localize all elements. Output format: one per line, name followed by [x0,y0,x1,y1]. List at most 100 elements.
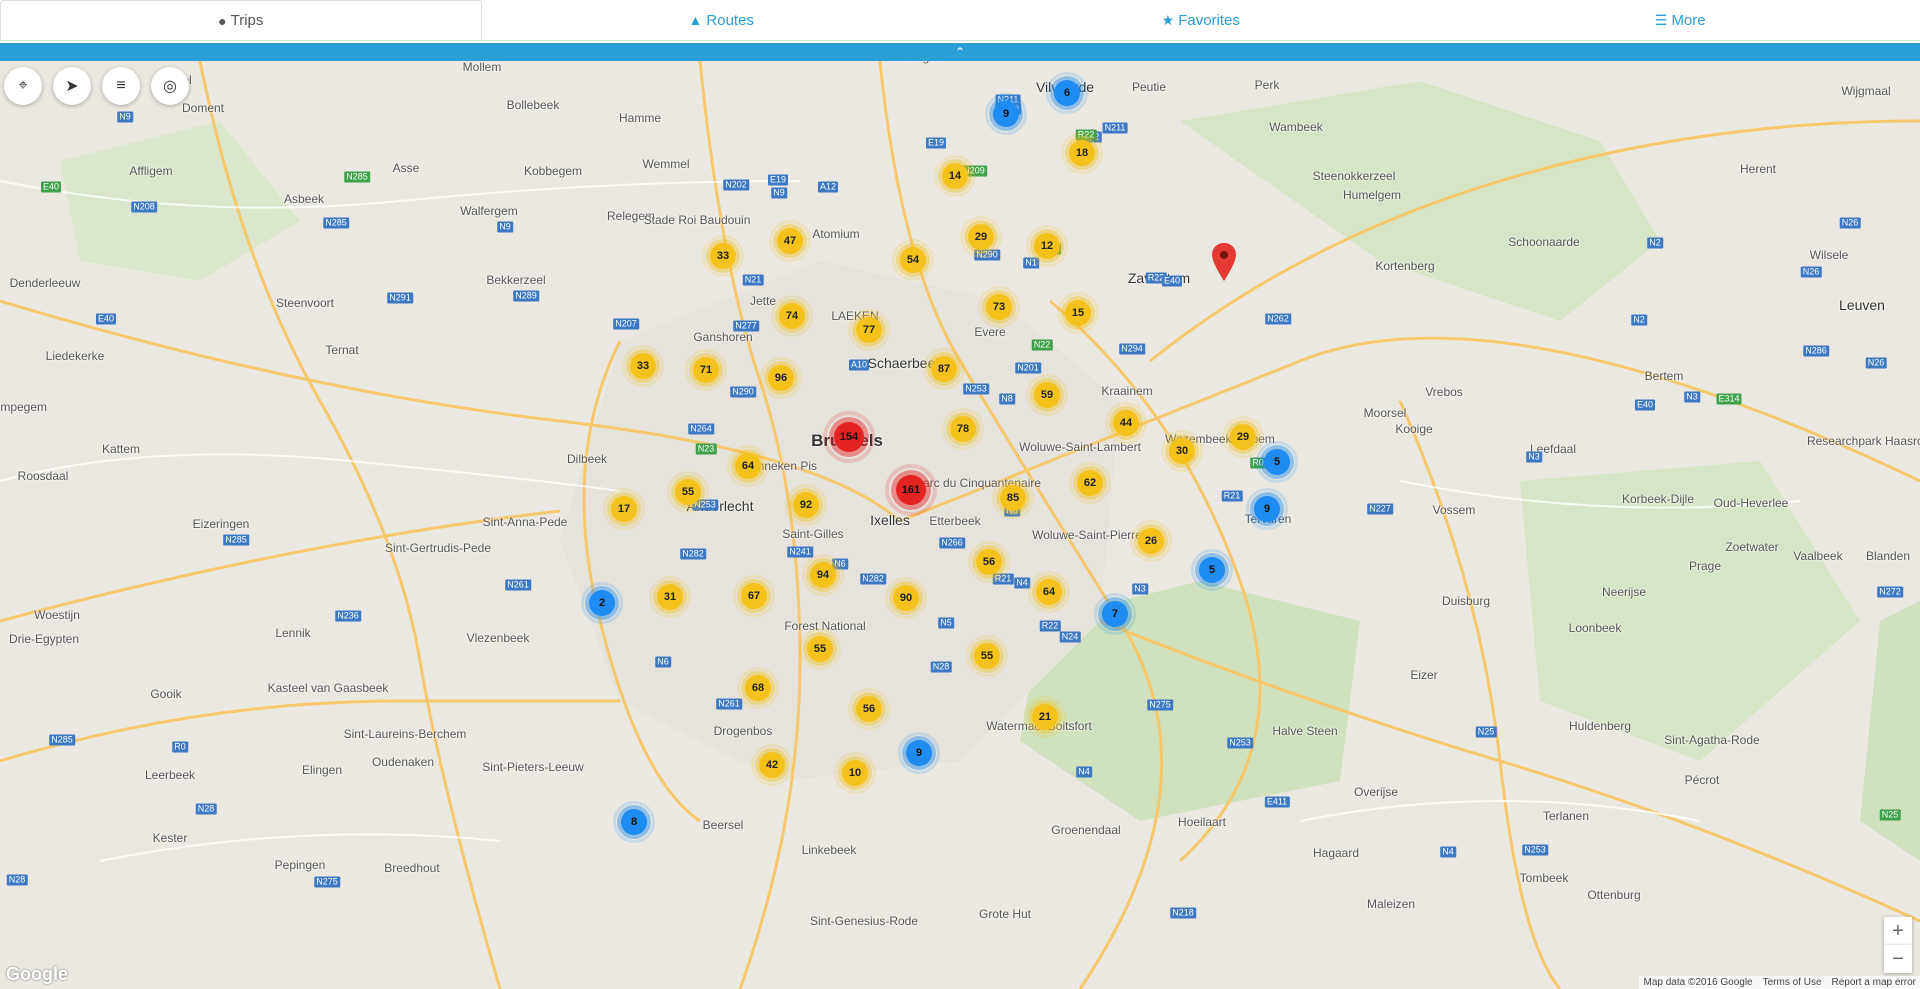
cluster-marker[interactable]: 7 [1094,593,1136,635]
cluster-marker[interactable]: 54 [892,239,934,281]
map-view[interactable]: BrusselsAnderlechtIxellesSchaerbeekLeuve… [0,61,1920,989]
road-shield: E314 [1716,393,1742,405]
cluster-marker[interactable]: 14 [934,155,976,197]
cluster-marker[interactable]: 92 [785,484,827,526]
zoom-out-button[interactable]: − [1884,945,1912,973]
tab-trips[interactable]: ● Trips [0,0,482,40]
navigate-button[interactable]: ➤ [53,67,91,105]
cluster-marker[interactable]: 9 [1246,488,1288,530]
cluster-marker[interactable]: 68 [737,667,779,709]
place-label: Sint-Agatha-Rode [1664,733,1760,747]
cluster-marker[interactable]: 78 [942,408,984,450]
place-label: Gooik [150,687,182,701]
star-icon: ★ [1161,11,1175,28]
cluster-marker[interactable]: 33 [622,345,664,387]
cluster-marker[interactable]: 85 [992,477,1034,519]
cluster-marker[interactable]: 44 [1105,402,1147,444]
cluster-marker[interactable]: 2 [581,582,623,624]
cluster-marker[interactable]: 30 [1161,430,1203,472]
cluster-marker[interactable]: 67 [733,575,775,617]
cluster-marker[interactable]: 64 [1028,571,1070,613]
cluster-marker[interactable]: 62 [1069,462,1111,504]
tab-more[interactable]: ☰ More [1441,0,1920,40]
cluster-marker[interactable]: 56 [968,541,1010,583]
zoom-in-button[interactable]: + [1884,917,1912,945]
place-label: Overijse [1353,785,1399,799]
cluster-marker[interactable]: 96 [760,357,802,399]
cluster-marker[interactable]: 29 [960,216,1002,258]
cluster-marker[interactable]: 56 [848,688,890,730]
place-label: Leuven [1839,297,1885,313]
crosshair-icon: ⌖ [18,77,28,94]
cluster-marker[interactable]: 5 [1191,549,1233,591]
globe-icon: ◎ [163,78,177,95]
cluster-marker[interactable]: 71 [685,349,727,391]
cluster-marker[interactable]: 55 [966,635,1008,677]
globe-button[interactable]: ◎ [151,67,189,105]
road-icon: ▲ [688,12,703,28]
cluster-marker[interactable]: 42 [751,744,793,786]
cluster-marker[interactable]: 87 [923,348,965,390]
cluster-marker[interactable]: 94 [802,554,844,596]
place-label: Terlanen [1542,809,1590,823]
place-label: Walfergem [460,204,518,218]
cluster-marker[interactable]: 31 [649,576,691,618]
place-label: Sint-Pieters-Leeuw [482,760,584,774]
cluster-marker[interactable]: 74 [771,295,813,337]
cluster-marker[interactable]: 6 [1046,72,1088,114]
place-label: Wilsele [1809,248,1849,262]
layers-button[interactable]: ≡ [102,67,140,105]
layers-icon: ≡ [116,77,126,94]
cluster-marker[interactable]: 12 [1026,225,1068,267]
cluster-marker[interactable]: 77 [848,309,890,351]
terms-link[interactable]: Terms of Use [1763,977,1822,988]
tab-favorites[interactable]: ★ Favorites [961,0,1441,40]
place-label: Wambeek [1269,120,1323,134]
place-label: Schoonaarde [1508,235,1580,249]
road-shield: N28 [6,874,28,886]
collapse-panel-button[interactable]: ⌃ [0,43,1920,61]
cluster-marker[interactable]: 90 [885,577,927,619]
report-link[interactable]: Report a map error [1832,977,1916,988]
cluster-marker[interactable]: 59 [1026,374,1068,416]
cluster-marker[interactable]: 64 [727,445,769,487]
chevron-up-icon: ⌃ [954,45,966,59]
cluster-marker[interactable]: 15 [1057,292,1099,334]
place-label: Breedhout [384,861,440,875]
locate-button[interactable]: ⌖ [4,67,42,105]
place-label: Liedekerke [45,349,105,363]
road-shield: N22 [1031,339,1053,351]
place-label: Bertem [1644,369,1684,383]
cluster-marker[interactable]: 9 [898,732,940,774]
road-shield: E411 [1264,796,1290,808]
map-marker-pin[interactable] [1212,243,1236,281]
cluster-marker[interactable]: 55 [667,471,709,513]
cluster-marker[interactable]: 154 [823,411,875,463]
road-shield: N2 [1631,314,1647,326]
place-label: Hoeilaart [1177,815,1227,829]
road-shield: N266 [939,537,965,549]
cluster-marker[interactable]: 8 [613,801,655,843]
road-shield: N5 [938,617,954,629]
cluster-marker[interactable]: 10 [834,752,876,794]
tab-routes[interactable]: ▲ Routes [482,0,962,40]
cluster-marker[interactable]: 33 [702,235,744,277]
road-shield: N227 [1367,503,1393,515]
road-shield: E40 [40,181,62,193]
cluster-marker[interactable]: 161 [885,464,937,516]
place-label: Sint-Anna-Pede [482,515,568,529]
cluster-marker[interactable]: 55 [799,628,841,670]
road-shield: N285 [344,171,370,183]
cluster-marker[interactable]: 17 [603,488,645,530]
cluster-marker[interactable]: 29 [1222,416,1264,458]
cluster-marker[interactable]: 26 [1130,520,1172,562]
cluster-marker[interactable]: 73 [978,286,1020,328]
cluster-marker[interactable]: 5 [1256,441,1298,483]
cluster-marker[interactable]: 47 [769,220,811,262]
road-shield: N290 [730,386,756,398]
cluster-marker[interactable]: 21 [1024,696,1066,738]
cluster-marker[interactable]: 18 [1061,132,1103,174]
cluster-marker[interactable]: 9 [985,93,1027,135]
road-shield: N285 [223,534,249,546]
place-label: Eizer [1410,668,1438,682]
